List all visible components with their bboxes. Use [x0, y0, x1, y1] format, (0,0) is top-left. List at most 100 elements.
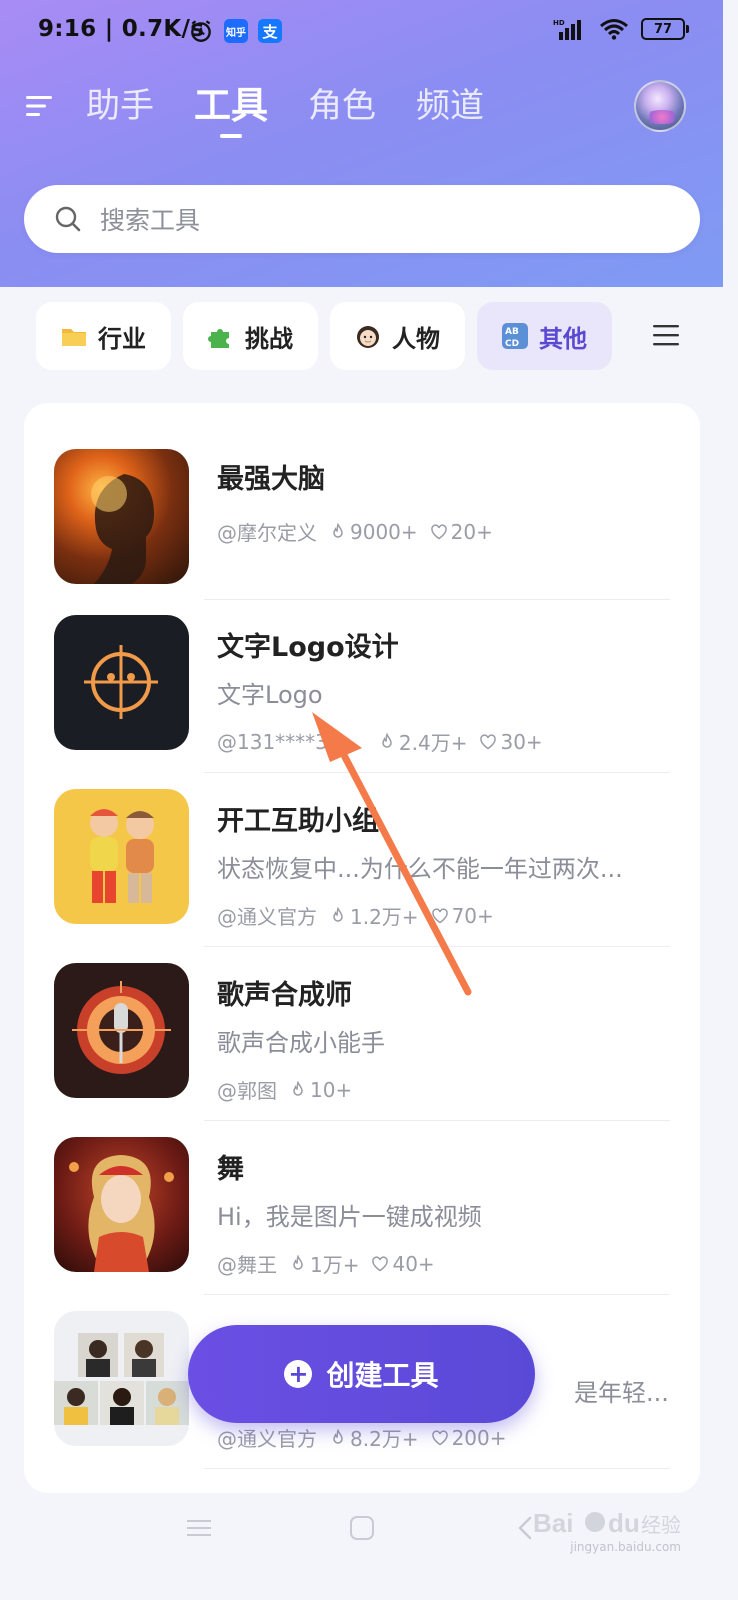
tab-assistant[interactable]: 助手 [86, 82, 154, 130]
category-other[interactable]: AB CD 其他 [477, 302, 612, 370]
category-industry[interactable]: 行业 [36, 302, 171, 370]
likes-count: 200+ [451, 1425, 507, 1450]
views-stat: 9000+ [329, 520, 418, 544]
alarm-icon [191, 20, 211, 42]
tab-channels[interactable]: 频道 [416, 82, 484, 130]
plus-icon: + [284, 1360, 313, 1388]
alipay-app-icon: 支 [258, 19, 282, 43]
divider [204, 946, 670, 947]
views-count: 10+ [310, 1077, 353, 1102]
tool-author: @郭图 [217, 1079, 277, 1103]
user-avatar[interactable] [634, 80, 686, 132]
likes-count: 30+ [500, 729, 543, 754]
divider [204, 1294, 670, 1295]
search-icon [55, 206, 81, 232]
svg-text:Bai: Bai [533, 1508, 573, 1538]
svg-text:du: du [608, 1508, 640, 1538]
list-menu-icon[interactable] [653, 324, 679, 346]
tool-thumbnail [54, 963, 189, 1098]
category-label: 人物 [392, 324, 440, 353]
tool-meta: @通义官方 8.2万+ 200+ [217, 1423, 507, 1452]
tool-meta: @通义官方 1.2万+ 70+ [217, 901, 494, 930]
watermark-url: jingyan.baidu.com [570, 1540, 681, 1554]
wifi-icon [600, 19, 628, 40]
tool-subtitle: 状态恢复中...为什么不能一年过两次... [217, 855, 623, 883]
heart-icon [480, 733, 497, 749]
flame-icon [333, 522, 343, 538]
tool-thumbnail [54, 1137, 189, 1272]
category-challenge[interactable]: 挑战 [183, 302, 318, 370]
tool-title: 开工互助小组 [217, 806, 379, 837]
heart-icon [431, 907, 448, 923]
views-stat: 1.2万+ [329, 901, 419, 930]
divider [204, 1120, 670, 1121]
status-right-icons: HD 77 [553, 18, 689, 40]
tool-author: @摩尔定义 [217, 521, 317, 545]
tool-author: @131****3 [217, 729, 328, 754]
signal-icon: HD [553, 19, 581, 40]
views-stat: 8.2万+ [329, 1423, 419, 1452]
tool-thumbnail [54, 789, 189, 924]
heart-icon [431, 1429, 448, 1445]
views-count: 8.2万+ [350, 1427, 419, 1451]
tab-roles[interactable]: 角色 [308, 82, 376, 130]
likes-stat: 70+ [431, 904, 494, 928]
divider [204, 599, 670, 600]
list-item[interactable]: 最强大脑 @摩尔定义 9000+ 20+ [54, 449, 670, 589]
flame-icon [333, 906, 343, 922]
views-stat: 10+ [289, 1078, 352, 1102]
tab-tools[interactable]: 工具 [194, 82, 268, 138]
battery-indicator: 77 [641, 18, 689, 40]
tool-title: 最强大脑 [217, 464, 325, 495]
views-count: 1.2万+ [350, 905, 419, 929]
category-label: 行业 [98, 324, 146, 353]
recent-apps-icon[interactable] [185, 1514, 213, 1542]
flame-icon [293, 1254, 303, 1270]
likes-stat: 20+ [430, 520, 493, 544]
tool-subtitle: Hi，我是图片一键成视频 [217, 1203, 482, 1231]
views-count: 9000+ [350, 519, 418, 544]
heart-icon [430, 523, 447, 539]
status-left-icons: 知乎 支 [188, 18, 282, 44]
tool-thumbnail [54, 615, 189, 750]
list-item[interactable]: 文字Logo设计 文字Logo @131****3 2.4万+ 30+ [54, 615, 670, 755]
list-item[interactable]: 歌声合成师 歌声合成小能手 @郭图 10+ [54, 963, 670, 1103]
category-label: 挑战 [245, 324, 293, 353]
folder-icon [62, 329, 86, 346]
top-nav-tabs: 助手 工具 角色 频道 [86, 82, 524, 138]
likes-stat: 40+ [371, 1251, 435, 1276]
menu-icon[interactable] [26, 92, 54, 120]
divider [204, 1468, 670, 1469]
tool-title: 歌声合成师 [217, 980, 352, 1011]
create-tool-button[interactable]: + 创建工具 [188, 1325, 535, 1423]
flame-icon [382, 732, 392, 748]
flame-icon [293, 1080, 303, 1096]
tool-subtitle: 歌声合成小能手 [217, 1029, 385, 1057]
create-tool-label: 创建工具 [326, 1359, 439, 1392]
search-input[interactable]: 搜索工具 [24, 185, 700, 253]
likes-count: 40+ [392, 1251, 435, 1276]
views-count: 2.4万+ [398, 731, 468, 755]
person-icon [357, 326, 379, 348]
category-people[interactable]: 人物 [330, 302, 465, 370]
category-label: 其他 [539, 324, 587, 353]
search-placeholder: 搜索工具 [100, 206, 201, 235]
zhihu-app-icon: 知乎 [224, 19, 248, 43]
flame-icon [333, 1428, 343, 1444]
tool-title: 文字Logo设计 [217, 632, 399, 663]
category-chips: 行业 挑战 人物 AB CD 其他 [36, 302, 612, 370]
views-stat: 2.4万+ [378, 727, 468, 756]
status-bar: 9:16 | 0.7K/s 知乎 支 HD 77 [0, 0, 723, 64]
views-count: 1万+ [310, 1253, 360, 1277]
svg-text:经验: 经验 [641, 1513, 681, 1537]
list-item[interactable]: 舞 Hi，我是图片一键成视频 @舞王 1万+ 40+ [54, 1137, 670, 1277]
puzzle-icon [208, 329, 229, 348]
home-icon[interactable] [348, 1514, 376, 1542]
status-time: 9:16 | 0.7K/s [38, 16, 205, 42]
tool-title: 舞 [217, 1154, 244, 1185]
list-item[interactable]: 开工互助小组 状态恢复中...为什么不能一年过两次... @通义官方 1.2万+… [54, 789, 670, 929]
tool-meta: @131****3 2.4万+ 30+ [217, 727, 543, 756]
tool-meta: @摩尔定义 9000+ 20+ [217, 517, 493, 546]
tool-author: @舞王 [217, 1253, 277, 1277]
likes-stat: 30+ [479, 729, 543, 754]
